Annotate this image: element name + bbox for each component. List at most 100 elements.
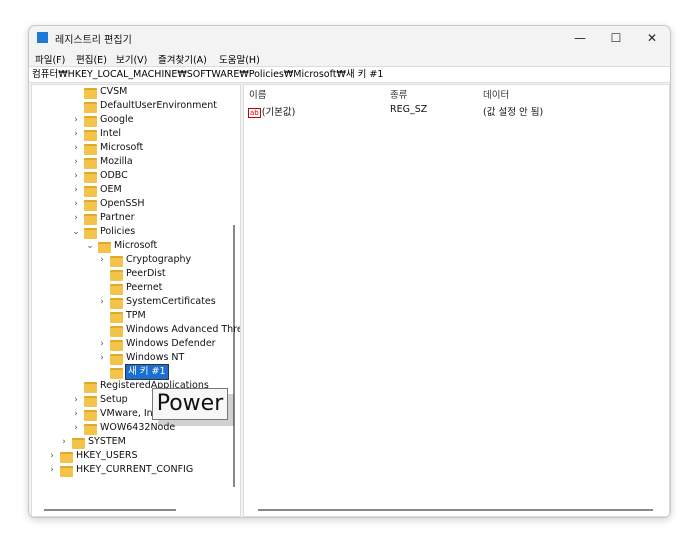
- tree-item-label: Cryptography: [126, 254, 192, 265]
- folder-icon: [98, 242, 111, 253]
- chevron-right-icon[interactable]: ›: [72, 169, 80, 183]
- chevron-right-icon[interactable]: ›: [72, 393, 80, 407]
- close-button[interactable]: ✕: [634, 28, 670, 48]
- address-bar[interactable]: 컴퓨터₩HKEY_LOCAL_MACHINE₩SOFTWARE₩Policies…: [29, 66, 670, 83]
- tree-item-label: Microsoft: [100, 142, 144, 153]
- value-name: (기본값): [261, 107, 296, 118]
- menu-edit[interactable]: 편집(E): [76, 52, 107, 66]
- tree-item[interactable]: › Windows NT: [32, 351, 232, 365]
- tree-horizontal-scrollbar[interactable]: [44, 509, 176, 511]
- folder-icon: [110, 256, 123, 267]
- folder-icon: [84, 382, 97, 393]
- minimize-button[interactable]: —: [562, 28, 598, 48]
- chevron-down-icon[interactable]: ⌄: [86, 239, 94, 253]
- tree-item-label: Windows NT: [126, 352, 185, 363]
- tree-item[interactable]: › SystemCertificates: [32, 295, 232, 309]
- tree-item-label: DefaultUserEnvironment: [100, 100, 218, 111]
- tree-item[interactable]: › Windows Defender: [32, 337, 232, 351]
- column-type-header[interactable]: 종류: [390, 87, 407, 101]
- chevron-right-icon[interactable]: ›: [98, 253, 106, 267]
- tree-item-label: WOW6432Node: [100, 422, 176, 433]
- tree-item-label: Partner: [100, 212, 135, 223]
- folder-icon: [84, 130, 97, 141]
- tree-item[interactable]: › OpenSSH: [32, 197, 232, 211]
- menu-favorites[interactable]: 즐겨찾기(A): [158, 52, 207, 66]
- folder-icon: [84, 158, 97, 169]
- window-title: 레지스트리 편집기: [55, 35, 132, 46]
- folder-icon: [110, 340, 123, 351]
- folder-icon: [60, 452, 73, 463]
- tree-item[interactable]: › Mozilla: [32, 155, 232, 169]
- tree-item-label: TPM: [126, 310, 146, 321]
- tree-item-label: OEM: [100, 184, 122, 195]
- tree-item[interactable]: Windows Advanced Thre: [32, 323, 240, 337]
- tree-item[interactable]: Peernet: [32, 281, 232, 295]
- folder-icon: [110, 354, 123, 365]
- chevron-down-icon[interactable]: ⌄: [72, 225, 80, 239]
- folder-icon: [110, 368, 123, 379]
- tree-item[interactable]: › HKEY_USERS: [32, 449, 232, 463]
- menu-view[interactable]: 보기(V): [116, 52, 147, 66]
- folder-icon: [110, 270, 123, 281]
- tree-item[interactable]: › OEM: [32, 183, 232, 197]
- chevron-right-icon[interactable]: ›: [72, 127, 80, 141]
- chevron-right-icon[interactable]: ›: [48, 449, 56, 463]
- tree-item-label: Policies: [100, 226, 136, 237]
- tree-item-label: Intel: [100, 128, 122, 139]
- tree-item[interactable]: ⌄ Policies: [32, 225, 232, 239]
- folder-icon: [84, 88, 97, 99]
- tree-item[interactable]: › WOW6432Node: [32, 421, 232, 435]
- folder-icon: [84, 228, 97, 239]
- tree-item[interactable]: ⌄ Microsoft: [32, 239, 232, 253]
- tree-item[interactable]: PeerDist: [32, 267, 232, 281]
- tree-item-label: SYSTEM: [88, 436, 126, 447]
- menu-help[interactable]: 도움말(H): [219, 52, 260, 66]
- chevron-right-icon[interactable]: ›: [72, 155, 80, 169]
- tree-item[interactable]: › HKEY_CURRENT_CONFIG: [32, 463, 232, 477]
- tree-item[interactable]: TPM: [32, 309, 232, 323]
- regedit-icon: [37, 32, 48, 43]
- menu-file[interactable]: 파일(F): [35, 52, 65, 66]
- tree-item-label: Windows Advanced Thre: [126, 324, 241, 335]
- tree-item[interactable]: DefaultUserEnvironment: [32, 99, 232, 113]
- chevron-right-icon[interactable]: ›: [98, 351, 106, 365]
- chevron-right-icon[interactable]: ›: [72, 407, 80, 421]
- folder-icon: [84, 116, 97, 127]
- folder-icon: [110, 326, 123, 337]
- maximize-button[interactable]: ☐: [598, 28, 634, 48]
- key-tree[interactable]: CVSM DefaultUserEnvironment › Google › Intel ›…: [31, 84, 241, 517]
- tree-item-label: SystemCertificates: [126, 296, 216, 307]
- tree-item[interactable]: CVSM: [32, 85, 232, 99]
- tree-item[interactable]: › Intel: [32, 127, 232, 141]
- tree-item[interactable]: › Cryptography: [32, 253, 232, 267]
- folder-icon: [84, 424, 97, 435]
- tree-item-label: Microsoft: [114, 240, 158, 251]
- rename-input[interactable]: 새 키 #1: [125, 364, 169, 380]
- tree-item[interactable]: › ODBC: [32, 169, 232, 183]
- chevron-right-icon[interactable]: ›: [72, 141, 80, 155]
- tree-item[interactable]: › Microsoft: [32, 141, 232, 155]
- chevron-right-icon[interactable]: ›: [72, 211, 80, 225]
- chevron-right-icon[interactable]: ›: [98, 337, 106, 351]
- chevron-right-icon[interactable]: ›: [60, 435, 68, 449]
- tree-item[interactable]: 새 키 #1: [32, 364, 232, 380]
- column-data-header[interactable]: 데이터: [483, 87, 509, 101]
- chevron-right-icon[interactable]: ›: [72, 421, 80, 435]
- chevron-right-icon[interactable]: ›: [72, 113, 80, 127]
- tree-item-label: Windows Defender: [126, 338, 216, 349]
- chevron-right-icon[interactable]: ›: [72, 183, 80, 197]
- menu-bar: 파일(F) 편집(E) 보기(V) 즐겨찾기(A) 도움말(H): [29, 50, 670, 66]
- tree-item[interactable]: › SYSTEM: [32, 435, 232, 449]
- chevron-right-icon[interactable]: ›: [72, 197, 80, 211]
- chevron-right-icon[interactable]: ›: [48, 463, 56, 477]
- values-pane[interactable]: 이름 종류 데이터 ab (기본값) REG_SZ (값 설정 안 됨): [243, 84, 670, 517]
- folder-icon: [110, 298, 123, 309]
- tree-item[interactable]: › Partner: [32, 211, 232, 225]
- tree-vertical-scrollbar[interactable]: [233, 225, 235, 487]
- chevron-right-icon[interactable]: ›: [98, 295, 106, 309]
- tooltip: Power: [152, 388, 228, 420]
- tree-item-label: PeerDist: [126, 268, 166, 279]
- column-name-header[interactable]: 이름: [249, 87, 266, 101]
- values-horizontal-scrollbar[interactable]: [258, 509, 653, 511]
- tree-item[interactable]: › Google: [32, 113, 232, 127]
